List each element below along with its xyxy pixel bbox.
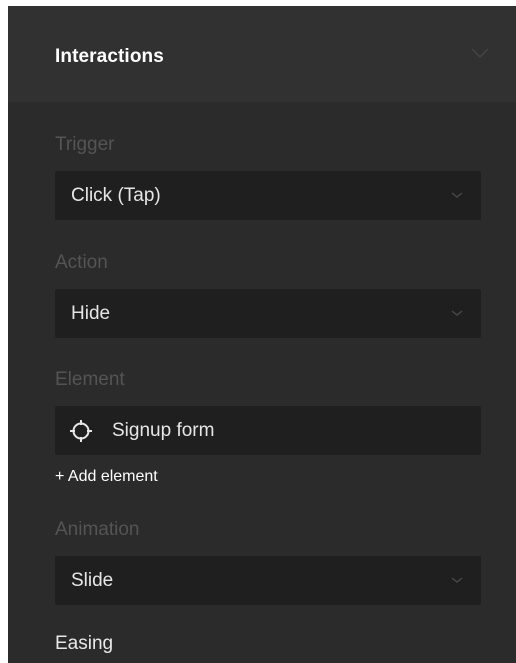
action-value: Hide bbox=[71, 303, 111, 324]
element-field[interactable]: Signup form bbox=[55, 406, 481, 455]
chevron-down-icon[interactable] bbox=[470, 46, 490, 60]
animation-label: Animation bbox=[55, 519, 140, 540]
animation-select[interactable]: Slide bbox=[55, 556, 481, 605]
easing-label: Easing bbox=[55, 633, 114, 654]
target-icon[interactable] bbox=[68, 418, 94, 444]
element-label: Element bbox=[55, 369, 125, 390]
trigger-label: Trigger bbox=[55, 134, 115, 155]
panel-title: Interactions bbox=[55, 46, 164, 67]
animation-value: Slide bbox=[71, 570, 114, 591]
panel-header[interactable]: Interactions bbox=[8, 6, 516, 102]
chevron-down-icon bbox=[451, 310, 463, 316]
trigger-select[interactable]: Click (Tap) bbox=[55, 171, 481, 220]
element-value: Signup form bbox=[112, 420, 215, 441]
chevron-down-icon bbox=[451, 577, 463, 583]
action-select[interactable]: Hide bbox=[55, 289, 481, 338]
add-element-link[interactable]: + Add element bbox=[55, 468, 158, 486]
action-label: Action bbox=[55, 252, 108, 273]
chevron-down-icon bbox=[451, 192, 463, 198]
trigger-value: Click (Tap) bbox=[71, 185, 161, 206]
interactions-panel: Interactions Trigger Click (Tap) Action … bbox=[8, 6, 516, 663]
